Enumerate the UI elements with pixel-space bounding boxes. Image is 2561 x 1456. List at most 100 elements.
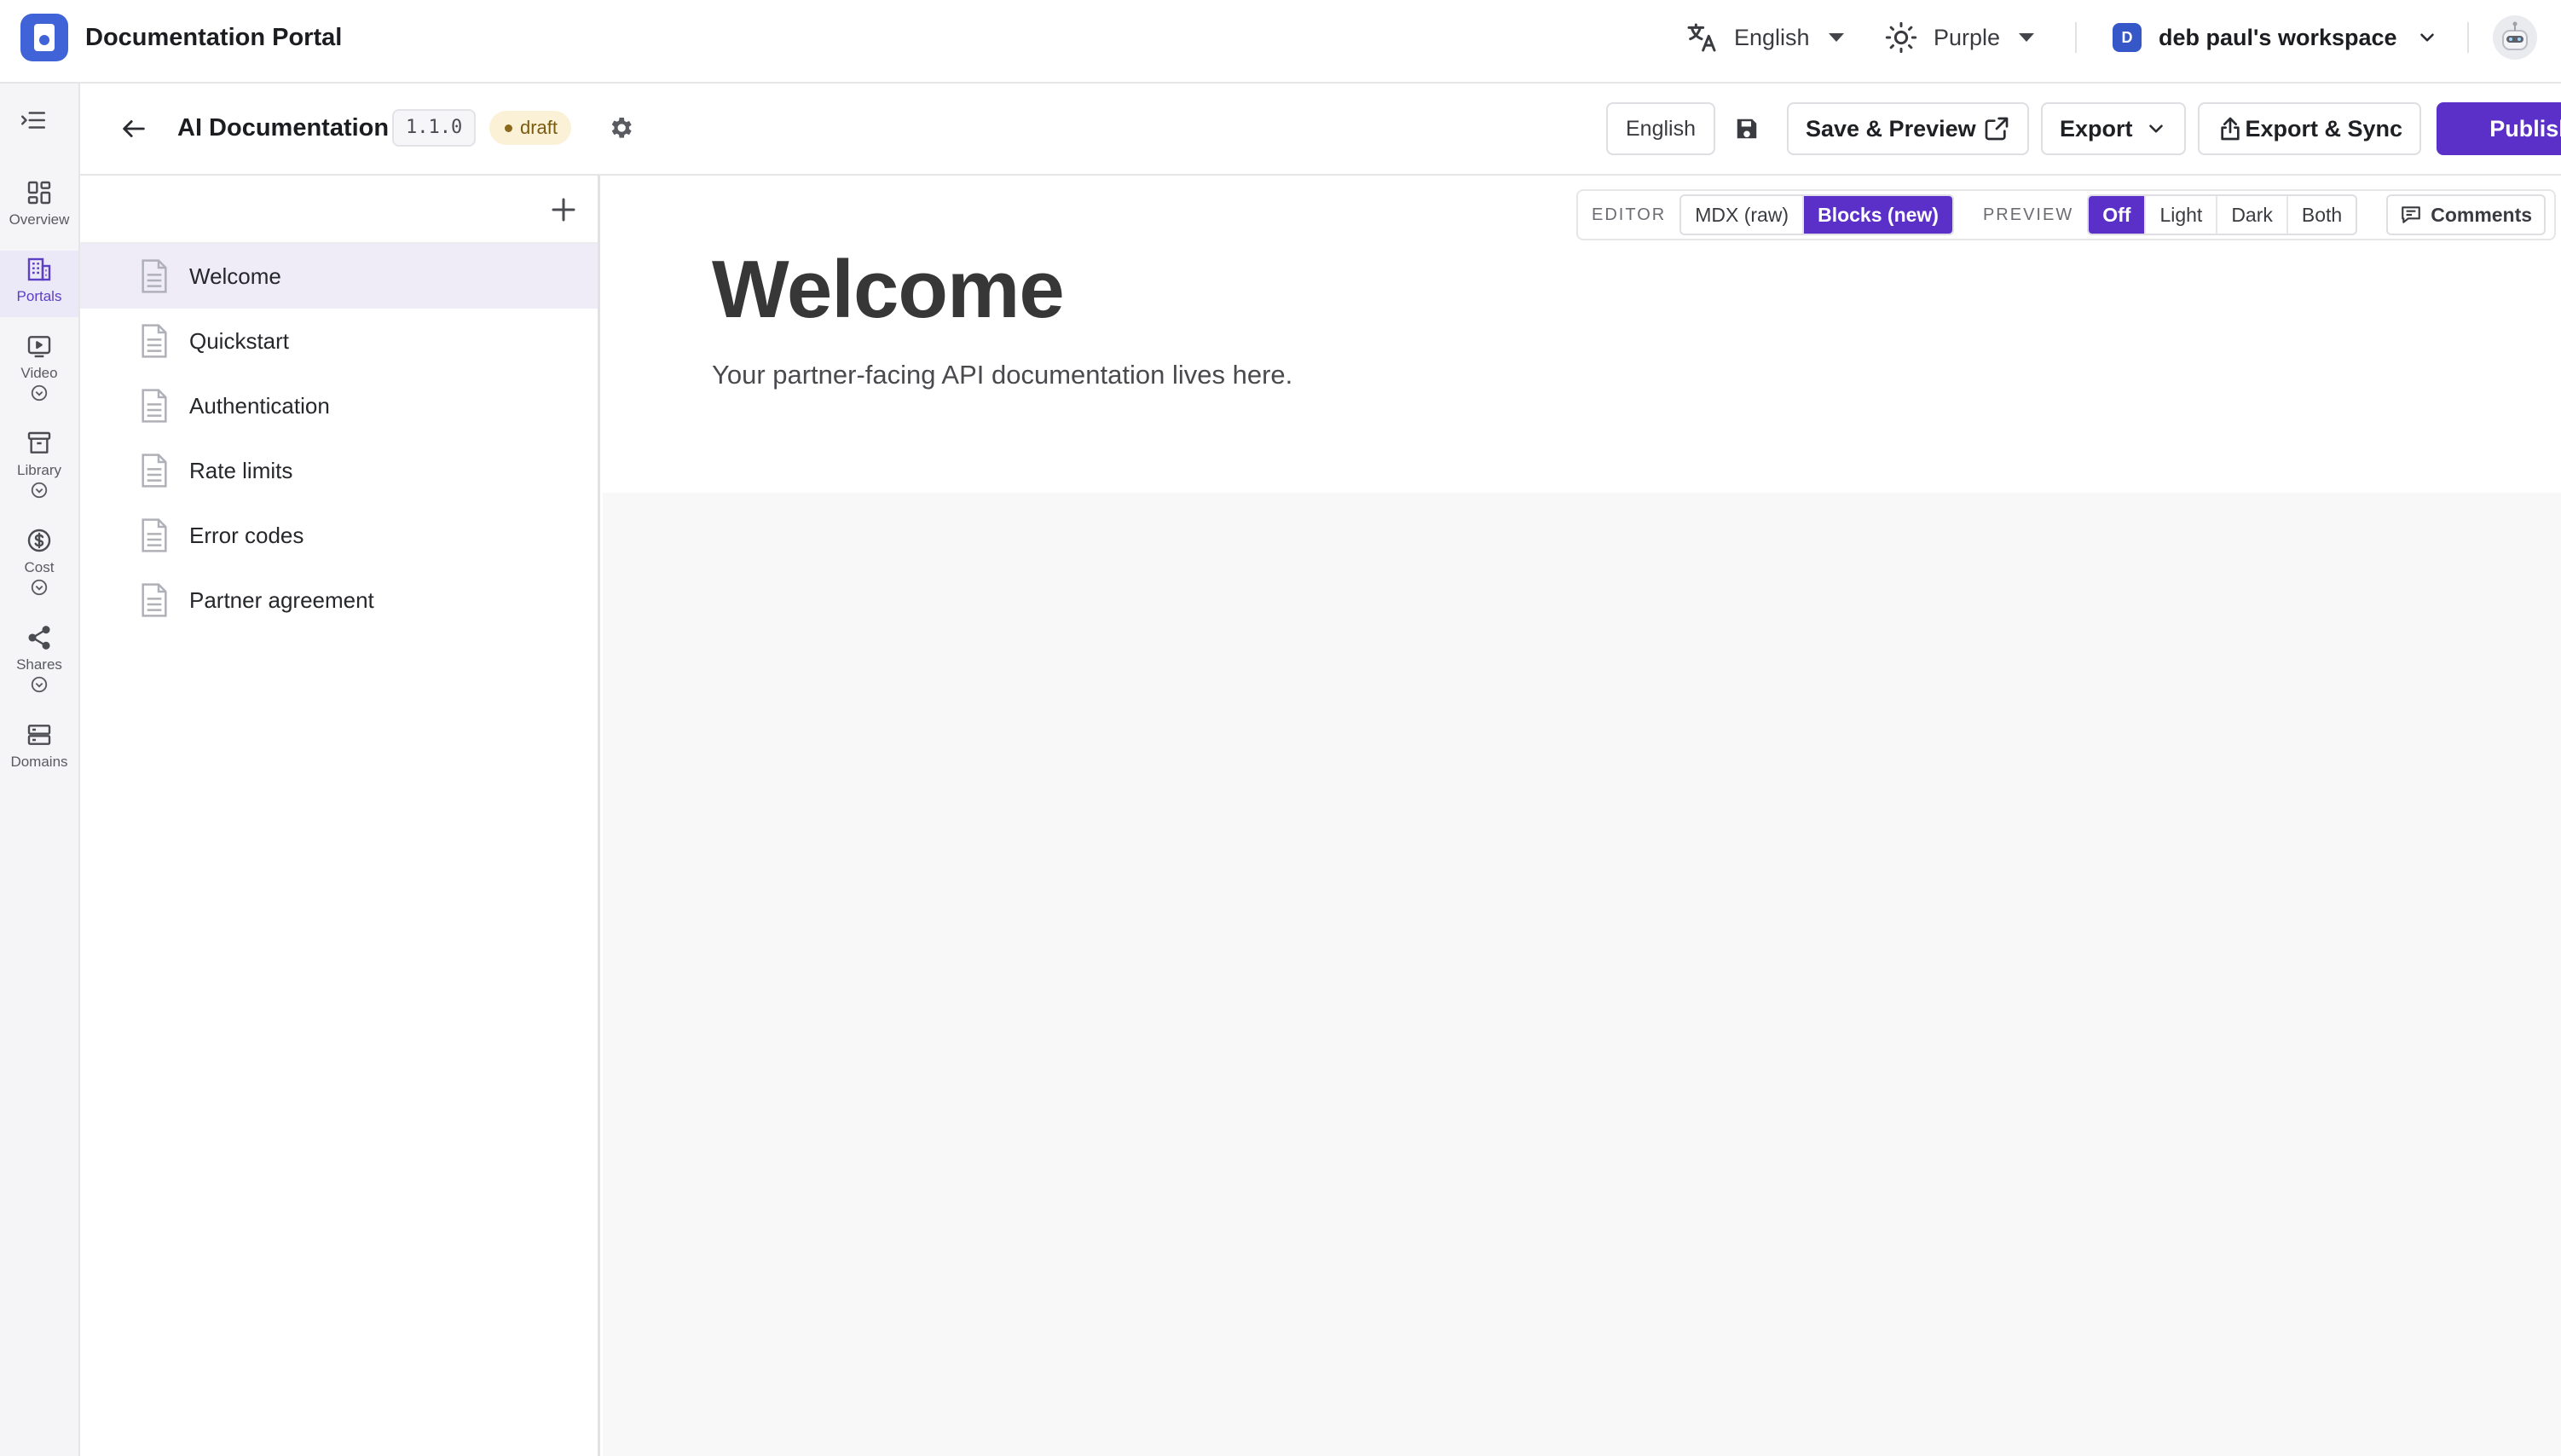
- avatar[interactable]: [2493, 15, 2537, 60]
- document-language-button[interactable]: English: [1606, 102, 1715, 155]
- page-item-label: Authentication: [189, 392, 330, 419]
- language-label: English: [1734, 25, 1810, 50]
- nav-label: Library: [17, 462, 61, 478]
- gear-icon[interactable]: [607, 114, 634, 142]
- nav-label: Portals: [16, 288, 62, 304]
- add-page-icon[interactable]: [548, 194, 579, 225]
- page-item-label: Rate limits: [189, 457, 293, 483]
- page-item-label: Partner agreement: [189, 586, 374, 613]
- preview-mode-both[interactable]: Both: [2288, 196, 2356, 234]
- nav-shares[interactable]: Shares: [0, 624, 78, 709]
- document-icon: [142, 518, 167, 552]
- preview-mode-toggle: Off Light Dark Both: [2087, 194, 2358, 235]
- nav-rail: Overview Portals Video Library Cost Shar…: [0, 84, 80, 1456]
- comments-label: Comments: [2431, 203, 2533, 226]
- comments-button[interactable]: Comments: [2386, 194, 2547, 235]
- archive-icon: [27, 431, 51, 454]
- document-icon: [142, 454, 167, 488]
- theme-label: Purple: [1934, 25, 2001, 50]
- editor-mode-mdx[interactable]: MDX (raw): [1681, 196, 1805, 234]
- save-preview-label: Save & Preview: [1806, 115, 1976, 142]
- page-tree: Welcome Quickstart Authentication Rate l…: [80, 176, 600, 1456]
- workspace-badge: D: [2113, 23, 2142, 52]
- document-icon: [142, 389, 167, 423]
- editor-canvas: Welcome Your partner-facing API document…: [603, 176, 2561, 1456]
- version-badge: 1.1.0: [392, 109, 477, 147]
- nav-label: Domains: [10, 754, 68, 770]
- nav-video[interactable]: Video: [0, 332, 78, 418]
- page-item-label: Error codes: [189, 522, 304, 548]
- nav-label: Shares: [16, 656, 62, 673]
- app-title: Documentation Portal: [85, 24, 343, 51]
- app-logo-icon[interactable]: [20, 14, 68, 61]
- page-item-authentication[interactable]: Authentication: [80, 373, 598, 438]
- document-icon: [142, 324, 167, 358]
- divider: [2075, 22, 2077, 53]
- document-toolbar: AI Documentation 1.1.0 draft English Sav…: [80, 84, 2561, 176]
- page-item-error-codes[interactable]: Error codes: [80, 503, 598, 568]
- caret-down-icon: [1828, 33, 1844, 42]
- nav-label: Video: [20, 365, 58, 381]
- nav-label: Cost: [24, 559, 55, 575]
- floppy-disk-icon[interactable]: [1734, 116, 1760, 142]
- document-icon: [142, 259, 167, 293]
- divider: [2467, 22, 2469, 53]
- editor-mode-blocks[interactable]: Blocks (new): [1804, 196, 1952, 234]
- chevron-down-icon: [2419, 33, 2434, 42]
- chevron-down-icon: [2149, 124, 2163, 133]
- export-label: Export: [2060, 115, 2133, 142]
- page-item-welcome[interactable]: Welcome: [80, 244, 598, 309]
- building-icon: [27, 257, 51, 281]
- save-preview-button[interactable]: Save & Preview: [1787, 102, 2029, 155]
- workspace-selector[interactable]: D deb paul's workspace: [2113, 17, 2438, 58]
- status-badge: draft: [489, 111, 572, 145]
- page-item-partner-agreement[interactable]: Partner agreement: [80, 568, 598, 633]
- export-sync-button[interactable]: Export & Sync: [2198, 102, 2421, 155]
- workspace-name: deb paul's workspace: [2159, 25, 2397, 50]
- editor-mode-bar: EDITOR MDX (raw) Blocks (new) PREVIEW Of…: [1576, 189, 2556, 240]
- share-icon: [28, 626, 50, 650]
- preview-caption: PREVIEW: [1982, 205, 2074, 224]
- preview-mode-dark[interactable]: Dark: [2217, 196, 2288, 234]
- page-item-rate-limits[interactable]: Rate limits: [80, 438, 598, 503]
- preview-mode-off[interactable]: Off: [2089, 196, 2147, 234]
- theme-selector[interactable]: Purple: [1884, 17, 2035, 58]
- back-arrow-icon[interactable]: [119, 114, 148, 143]
- upload-share-icon: [2221, 117, 2240, 141]
- translate-icon: [1687, 23, 1716, 52]
- chevron-circle-down-icon[interactable]: [30, 481, 49, 500]
- page-item-label: Welcome: [189, 263, 281, 289]
- comment-icon: [2402, 206, 2421, 223]
- dollar-icon: [27, 529, 51, 552]
- top-bar: Documentation Portal English Purple D de…: [0, 0, 2561, 84]
- nav-overview[interactable]: Overview: [0, 179, 78, 239]
- chevron-circle-down-icon[interactable]: [30, 578, 49, 597]
- language-selector[interactable]: English: [1685, 17, 1844, 58]
- page-item-label: Quickstart: [189, 327, 290, 354]
- nav-portals[interactable]: Portals: [0, 251, 78, 317]
- document-icon: [142, 583, 167, 617]
- chevron-circle-down-icon[interactable]: [30, 384, 49, 402]
- preview-mode-light[interactable]: Light: [2146, 196, 2218, 234]
- page-tree-header: [80, 176, 598, 244]
- nav-domains[interactable]: Domains: [0, 721, 78, 781]
- grid-icon: [27, 181, 51, 205]
- play-icon: [27, 336, 51, 358]
- page-paragraph[interactable]: Your partner-facing API documentation li…: [712, 358, 1292, 392]
- export-sync-label: Export & Sync: [2245, 115, 2402, 142]
- publish-button[interactable]: Publish: [2437, 102, 2561, 155]
- robot-avatar-icon: [2502, 21, 2528, 50]
- sidebar-toggle-icon[interactable]: [19, 106, 48, 135]
- nav-label: Overview: [9, 211, 70, 228]
- chevron-circle-down-icon[interactable]: [30, 675, 49, 694]
- caret-down-icon: [2019, 33, 2035, 42]
- page-heading[interactable]: Welcome: [712, 239, 1065, 341]
- document-title: AI Documentation: [177, 114, 390, 142]
- editor-mode-toggle: MDX (raw) Blocks (new): [1679, 194, 1954, 235]
- nav-library[interactable]: Library: [0, 430, 78, 515]
- editor-caption: EDITOR: [1592, 205, 1667, 224]
- nav-cost[interactable]: Cost: [0, 527, 78, 612]
- export-button[interactable]: Export: [2041, 102, 2186, 155]
- page-item-quickstart[interactable]: Quickstart: [80, 309, 598, 373]
- server-icon: [27, 725, 51, 745]
